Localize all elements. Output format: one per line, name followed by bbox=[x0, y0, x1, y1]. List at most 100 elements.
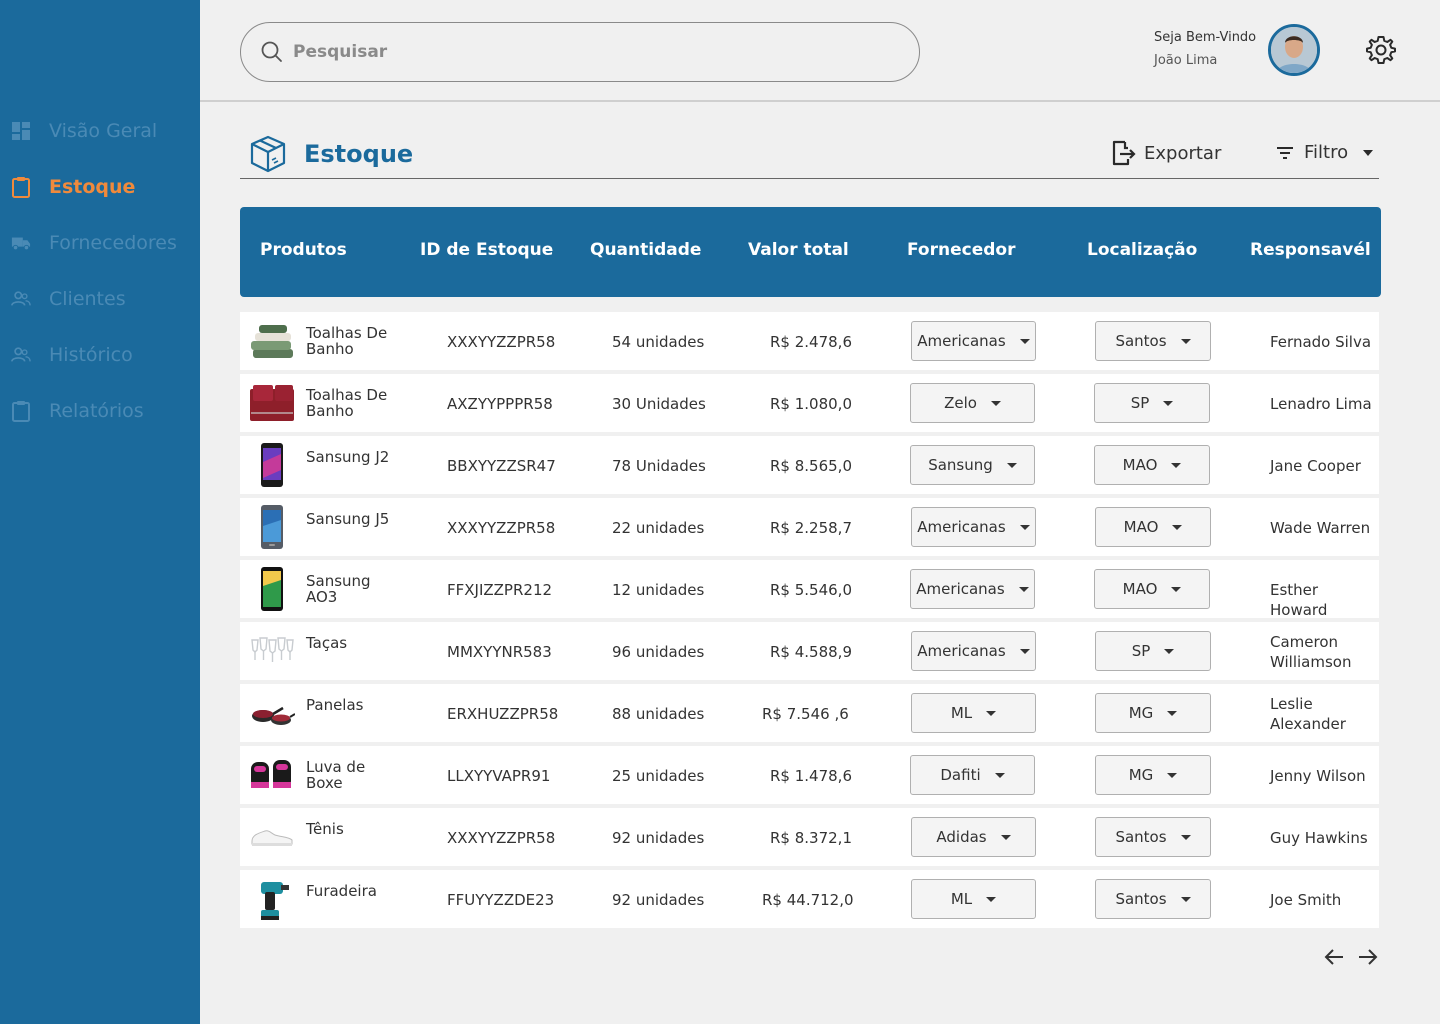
users-icon bbox=[11, 345, 31, 365]
column-header-id[interactable]: ID de Estoque bbox=[420, 240, 553, 260]
filter-icon bbox=[1277, 146, 1293, 159]
supplier-select[interactable]: Americanas bbox=[911, 321, 1036, 361]
stock-id: XXXYYZZPR58 bbox=[447, 519, 556, 537]
column-header-fornecedor[interactable]: Fornecedor bbox=[907, 240, 1015, 260]
table-body: Toalhas De Banho XXXYYZZPR58 54 unidades… bbox=[240, 312, 1379, 932]
table-row[interactable]: Tênis XXXYYZZPR58 92 unidades R$ 8.372,1… bbox=[240, 808, 1379, 866]
caret-down-icon bbox=[1019, 524, 1030, 530]
avatar[interactable] bbox=[1268, 24, 1320, 76]
quantity: 22 unidades bbox=[612, 519, 705, 537]
arrow-left-icon[interactable] bbox=[1323, 946, 1345, 972]
location-select[interactable]: Santos bbox=[1095, 817, 1211, 857]
quantity: 54 unidades bbox=[612, 333, 705, 351]
stock-id: ERXHUZZPR58 bbox=[447, 705, 559, 723]
responsible-name: Esther Howard bbox=[1270, 581, 1328, 619]
total-value: R$ 44.712,0 bbox=[762, 891, 854, 909]
location-value: Santos bbox=[1115, 828, 1167, 846]
caret-down-icon bbox=[1180, 338, 1191, 344]
responsible-name: Guy Hawkins bbox=[1270, 829, 1368, 847]
supplier-value: Dafiti bbox=[940, 766, 981, 784]
supplier-select[interactable]: Dafiti bbox=[910, 755, 1035, 795]
supplier-value: Sansung bbox=[928, 456, 993, 474]
column-header-quantidade[interactable]: Quantidade bbox=[590, 240, 701, 260]
location-select[interactable]: SP bbox=[1094, 383, 1210, 423]
supplier-select[interactable]: Adidas bbox=[911, 817, 1036, 857]
stock-id: FFUYYZZDE23 bbox=[447, 891, 555, 909]
pagination bbox=[1323, 946, 1379, 972]
product-name: Furadeira bbox=[306, 882, 377, 900]
export-button[interactable]: Exportar bbox=[1110, 140, 1221, 166]
location-value: SP bbox=[1131, 642, 1151, 660]
sidebar-item-clientes[interactable]: Clientes bbox=[0, 271, 200, 327]
location-select[interactable]: MAO bbox=[1094, 445, 1210, 485]
table-row[interactable]: Toalhas De Banho AXZYYPPPR58 30 Unidades… bbox=[240, 374, 1379, 432]
table-row[interactable]: Taças MMXYYNR583 96 unidades R$ 4.588,9 … bbox=[240, 622, 1379, 680]
supplier-select[interactable]: Sansung bbox=[910, 445, 1035, 485]
sidebar-item-fornecedores[interactable]: Fornecedores bbox=[0, 215, 200, 271]
supplier-select[interactable]: Americanas bbox=[911, 507, 1036, 547]
product-thumbnail bbox=[248, 504, 296, 550]
location-select[interactable]: SP bbox=[1095, 631, 1211, 671]
search-bar[interactable] bbox=[240, 22, 920, 82]
supplier-value: Americanas bbox=[917, 518, 1006, 536]
location-select[interactable]: Santos bbox=[1095, 321, 1211, 361]
supplier-select[interactable]: ML bbox=[911, 879, 1036, 919]
table-row[interactable]: Sansung J2 BBXYYZZSR47 78 Unidades R$ 8.… bbox=[240, 436, 1379, 494]
location-select[interactable]: MAO bbox=[1095, 507, 1211, 547]
table-row[interactable]: Sansung AO3 FFXJIZZPR212 12 unidades R$ … bbox=[240, 560, 1379, 619]
table-row[interactable]: Sansung J5 XXXYYZZPR58 22 unidades R$ 2.… bbox=[240, 498, 1379, 556]
arrow-right-icon[interactable] bbox=[1357, 946, 1379, 972]
sidebar-item-relatorios[interactable]: Relatórios bbox=[0, 383, 200, 439]
search-input[interactable] bbox=[293, 42, 853, 62]
supplier-select[interactable]: ML bbox=[911, 693, 1036, 733]
location-select[interactable]: MG bbox=[1095, 755, 1211, 795]
column-header-valor[interactable]: Valor total bbox=[748, 240, 849, 260]
caret-down-icon bbox=[994, 772, 1005, 778]
product-name: Toalhas De Banho bbox=[306, 386, 388, 420]
sidebar-item-label: Histórico bbox=[49, 344, 133, 366]
sidebar-item-estoque[interactable]: Estoque bbox=[0, 159, 200, 215]
location-select[interactable]: MAO bbox=[1094, 569, 1210, 609]
supplier-select[interactable]: Americanas bbox=[911, 631, 1036, 671]
product-thumbnail bbox=[248, 380, 296, 426]
stock-id: FFXJIZZPR212 bbox=[447, 581, 553, 599]
page-title: Estoque bbox=[304, 140, 414, 168]
responsible-name: Jenny Wilson bbox=[1270, 767, 1366, 785]
responsible-name: Fernado Silva bbox=[1270, 333, 1372, 351]
sidebar-item-visao-geral[interactable]: Visão Geral bbox=[0, 103, 200, 159]
product-name: Tênis bbox=[306, 820, 344, 838]
product-name: Luva de Boxe bbox=[306, 758, 366, 792]
table-header: Produtos ID de Estoque Quantidade Valor … bbox=[240, 207, 1381, 297]
filter-button[interactable]: Filtro bbox=[1276, 142, 1374, 163]
caret-down-icon bbox=[1172, 524, 1183, 530]
table-row[interactable]: Panelas ERXHUZZPR58 88 unidades R$ 7.546… bbox=[240, 684, 1379, 742]
location-select[interactable]: Santos bbox=[1095, 879, 1211, 919]
sidebar-item-label: Visão Geral bbox=[49, 120, 158, 142]
supplier-select[interactable]: Americanas bbox=[910, 569, 1035, 609]
quantity: 96 unidades bbox=[612, 643, 705, 661]
location-value: Santos bbox=[1115, 890, 1167, 908]
dashboard-icon bbox=[11, 121, 31, 141]
sidebar-item-historico[interactable]: Histórico bbox=[0, 327, 200, 383]
location-value: MG bbox=[1128, 766, 1154, 784]
column-header-produtos[interactable]: Produtos bbox=[260, 240, 347, 260]
caret-down-icon bbox=[1180, 834, 1191, 840]
column-header-responsavel[interactable]: Responsavél bbox=[1250, 240, 1371, 260]
column-header-localizacao[interactable]: Localização bbox=[1087, 240, 1197, 260]
user-name: João Lima bbox=[1154, 53, 1218, 68]
table-row[interactable]: Furadeira FFUYYZZDE23 92 unidades R$ 44.… bbox=[240, 870, 1379, 928]
total-value: R$ 4.588,9 bbox=[770, 643, 852, 661]
table-row[interactable]: Luva de Boxe LLXYYVAPR91 25 unidades R$ … bbox=[240, 746, 1379, 804]
sidebar-item-label: Fornecedores bbox=[49, 232, 177, 254]
supplier-select[interactable]: Zelo bbox=[910, 383, 1035, 423]
table-row[interactable]: Toalhas De Banho XXXYYZZPR58 54 unidades… bbox=[240, 312, 1379, 370]
gear-icon[interactable] bbox=[1365, 34, 1397, 66]
clipboard-icon bbox=[11, 177, 31, 198]
caret-down-icon bbox=[1180, 896, 1191, 902]
caret-down-icon bbox=[1006, 462, 1017, 468]
total-value: R$ 8.565,0 bbox=[770, 457, 852, 475]
product-name: Sansung J5 bbox=[306, 510, 390, 528]
location-select[interactable]: MG bbox=[1095, 693, 1211, 733]
location-value: MAO bbox=[1123, 518, 1159, 536]
total-value: R$ 8.372,1 bbox=[770, 829, 852, 847]
